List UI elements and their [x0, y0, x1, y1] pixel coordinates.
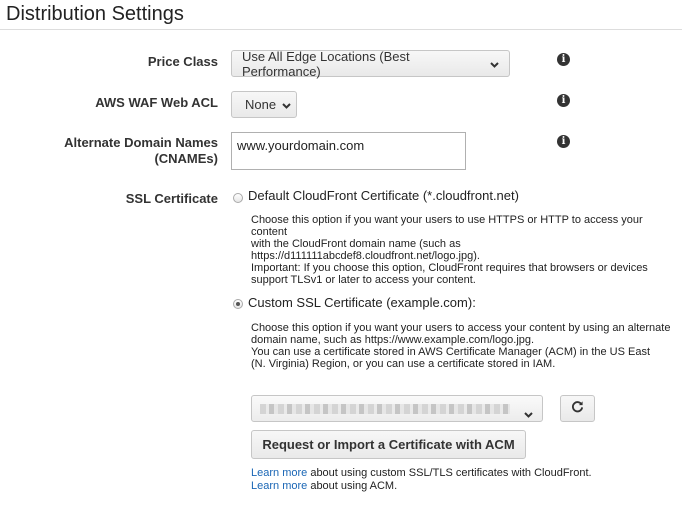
- title-divider: [0, 29, 682, 30]
- custom-cert-description: Choose this option if you want your user…: [251, 322, 671, 370]
- page-title: Distribution Settings: [6, 3, 184, 25]
- waf-select[interactable]: None: [231, 91, 297, 118]
- help-line-2: Learn more about using ACM.: [251, 480, 397, 493]
- refresh-button[interactable]: [560, 395, 595, 422]
- desc-line: (N. Virginia) Region, or you can use a c…: [251, 358, 556, 370]
- info-icon[interactable]: i: [557, 53, 570, 66]
- request-certificate-button[interactable]: Request or Import a Certificate with ACM: [251, 430, 526, 459]
- cnames-label-line2: (CNAMEs): [154, 151, 218, 166]
- chevron-down-icon: [490, 56, 499, 71]
- desc-line: https://d111111abcdef8.cloudfront.net/lo…: [251, 250, 480, 262]
- ssl-label: SSL Certificate: [125, 191, 218, 206]
- chevron-down-icon: [524, 405, 533, 423]
- info-icon[interactable]: i: [557, 135, 570, 148]
- desc-line: support TLSv1 or later to access your co…: [251, 274, 476, 286]
- desc-line: domain name, such as https://www.example…: [251, 334, 535, 346]
- help-line-1: Learn more about using custom SSL/TLS ce…: [251, 467, 592, 480]
- custom-cert-label[interactable]: Custom SSL Certificate (example.com):: [248, 295, 476, 310]
- default-cert-description: Choose this option if you want your user…: [251, 214, 671, 286]
- chevron-down-icon: [282, 97, 291, 112]
- default-cert-label[interactable]: Default CloudFront Certificate (*.cloudf…: [248, 188, 519, 203]
- cnames-input[interactable]: www.yourdomain.com: [231, 132, 466, 170]
- learn-more-link[interactable]: Learn more: [251, 480, 307, 492]
- price-class-select[interactable]: Use All Edge Locations (Best Performance…: [231, 48, 510, 79]
- cnames-label: Alternate Domain Names (CNAMEs): [64, 135, 218, 167]
- certificate-select[interactable]: [251, 395, 543, 422]
- help-text: about using ACM.: [307, 480, 398, 492]
- help-text: about using custom SSL/TLS certificates …: [307, 467, 592, 479]
- desc-line: with the CloudFront domain name (such as: [251, 238, 461, 250]
- cnames-label-line1: Alternate Domain Names: [64, 135, 218, 150]
- redacted-certificate-value: [260, 404, 510, 414]
- learn-more-link[interactable]: Learn more: [251, 467, 307, 479]
- desc-line: You can use a certificate stored in AWS …: [251, 346, 651, 358]
- desc-line: Choose this option if you want your user…: [251, 214, 643, 238]
- waf-value: None: [245, 97, 277, 112]
- refresh-icon: [571, 400, 584, 417]
- price-class-value: Use All Edge Locations (Best Performance…: [242, 48, 410, 79]
- desc-line: Important: If you choose this option, Cl…: [251, 262, 648, 274]
- price-class-label: Price Class: [147, 54, 218, 69]
- desc-line: Choose this option if you want your user…: [251, 322, 671, 334]
- default-cert-radio[interactable]: [233, 193, 243, 203]
- waf-label: AWS WAF Web ACL: [95, 95, 218, 110]
- info-icon[interactable]: i: [557, 94, 570, 107]
- custom-cert-radio[interactable]: [233, 299, 243, 309]
